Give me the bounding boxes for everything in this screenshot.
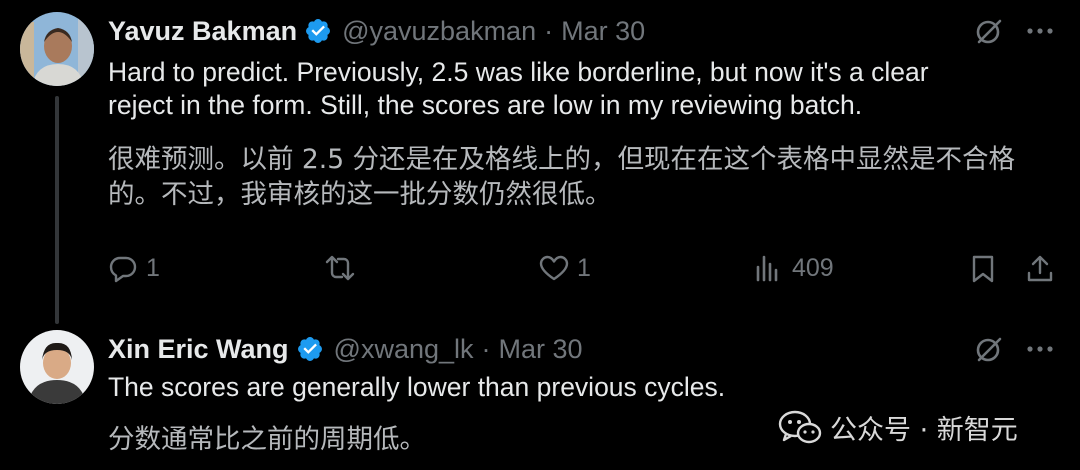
tweet-text-line: Hard to predict. Previously, 2.5 was lik… [108,57,929,87]
separator: · [481,333,491,364]
retweet-button[interactable] [325,253,363,283]
translation-line: 很难预测。以前 2.5 分还是在及格线上的，但现在在这个表格中显然是不合格 [108,144,1015,175]
translation-line: 的。不过，我审核的这一批分数仍然很低。 [108,179,612,210]
retweet-icon [325,255,355,281]
tweet-date[interactable]: Mar 30 [499,334,583,365]
tweet-text: The scores are generally lower than prev… [108,371,725,404]
reply-count: 1 [146,253,160,282]
translation-text: 很难预测。以前 2.5 分还是在及格线上的，但现在在这个表格中显然是不合格 的。… [108,142,1015,212]
tweet-header: Yavuz Bakman @yavuzbakman · Mar 30 [108,13,645,49]
thread-line [55,96,59,324]
like-icon [539,255,569,281]
verified-badge-icon [304,17,332,45]
tweet-text-line: The scores are generally lower than prev… [108,372,726,402]
views-button[interactable]: 409 [754,253,834,283]
translation-text: 分数通常比之前的周期低。 [108,422,426,457]
avatar-yavuz[interactable] [20,12,94,86]
like-button[interactable]: 1 [539,253,591,283]
watermark-text: 公众号 · 新智元 [830,415,1018,446]
wechat-icon [778,410,822,443]
reply-button[interactable]: 1 [108,253,160,283]
verified-badge-icon [296,335,324,363]
author-handle[interactable]: @yavuzbakman [342,16,536,47]
tweet-text: Hard to predict. Previously, 2.5 was lik… [108,56,929,122]
grok-icon[interactable] [974,334,1004,364]
share-icon[interactable] [1025,254,1055,284]
grok-icon[interactable] [974,16,1004,46]
author-name[interactable]: Yavuz Bakman [108,16,297,47]
author-handle[interactable]: @xwang_lk [334,334,474,365]
tweet-date[interactable]: Mar 30 [561,16,645,47]
views-count: 409 [792,253,834,282]
avatar-xin[interactable] [20,330,94,404]
views-icon [756,255,778,282]
like-count: 1 [577,253,591,282]
separator: · [544,15,554,46]
tweet-header: Xin Eric Wang @xwang_lk · Mar 30 [108,331,583,367]
more-icon[interactable] [1025,334,1055,364]
author-name[interactable]: Xin Eric Wang [108,334,289,365]
watermark: 公众号 · 新智元 [778,408,1018,447]
translation-line: 分数通常比之前的周期低。 [108,424,426,455]
more-icon[interactable] [1025,16,1055,46]
reply-icon [109,256,137,283]
tweet-text-line: reject in the form. Still, the scores ar… [108,90,863,120]
bookmark-icon[interactable] [968,254,998,284]
